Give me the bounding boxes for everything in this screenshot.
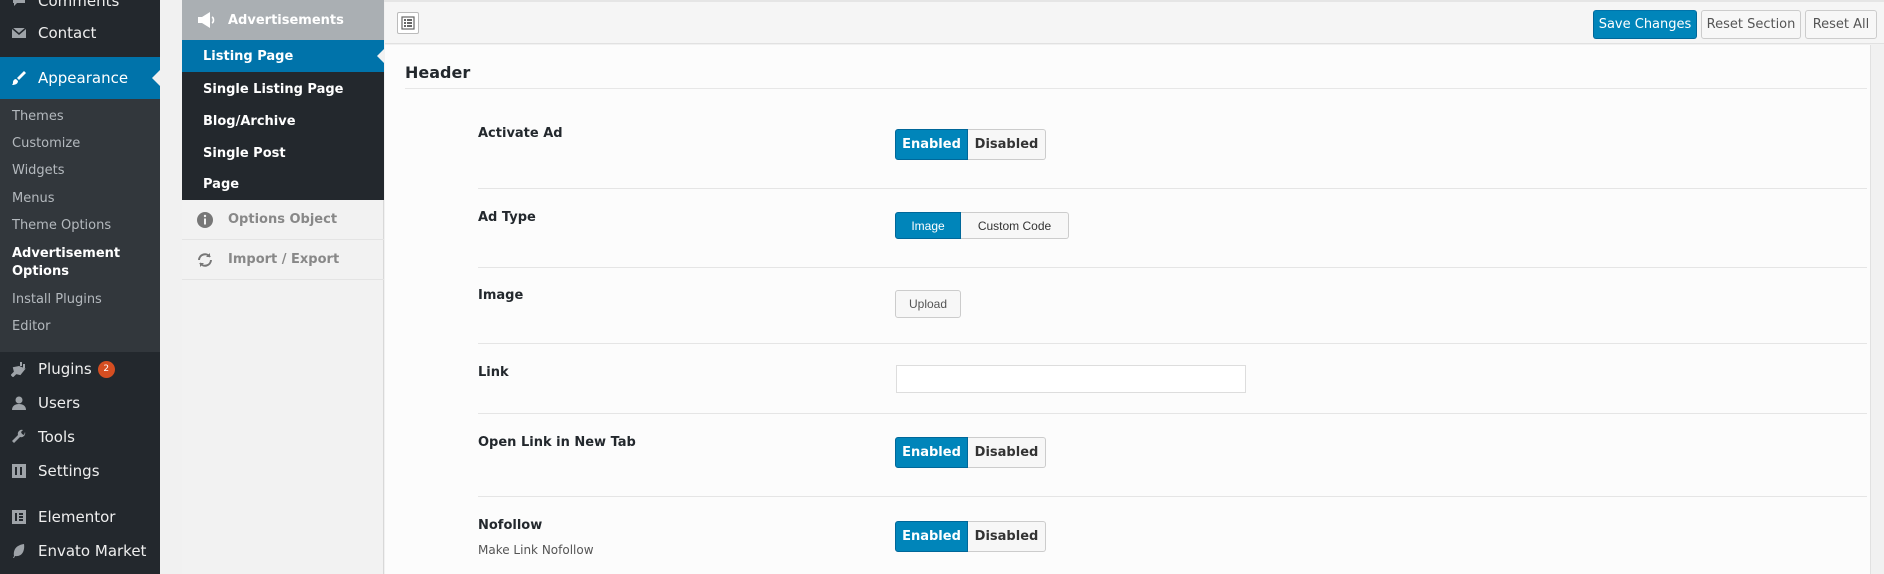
nav-import-export-label: Import / Export xyxy=(228,252,340,267)
link-input[interactable] xyxy=(896,365,1246,393)
new-tab-disabled[interactable]: Disabled xyxy=(968,437,1046,468)
ad-type-label: Ad Type xyxy=(478,210,536,225)
expand-options-icon[interactable] xyxy=(397,12,419,34)
field-divider xyxy=(478,343,1867,344)
paintbrush-icon xyxy=(10,69,28,87)
comments-icon xyxy=(10,0,28,10)
section-divider xyxy=(405,88,1867,89)
field-divider xyxy=(478,413,1867,414)
plug-icon xyxy=(10,360,28,378)
nofollow-disabled[interactable]: Disabled xyxy=(968,521,1046,552)
submenu-install-plugins[interactable]: Install Plugins xyxy=(12,291,102,309)
elementor-icon xyxy=(10,508,28,526)
menu-elementor-label: Elementor xyxy=(38,508,116,526)
activate-ad-disabled[interactable]: Disabled xyxy=(968,129,1046,160)
wrench-icon xyxy=(10,428,28,446)
ad-type-image[interactable]: Image xyxy=(895,212,961,239)
menu-users-label: Users xyxy=(38,394,81,412)
field-divider xyxy=(478,496,1867,497)
nofollow-description: Make Link Nofollow xyxy=(478,543,594,557)
menu-contact-label: Contact xyxy=(38,24,97,42)
save-changes-button[interactable]: Save Changes xyxy=(1593,10,1697,39)
nav-group-label: Advertisements xyxy=(228,12,344,28)
submenu-widgets[interactable]: Widgets xyxy=(12,162,65,180)
refresh-icon xyxy=(196,251,218,269)
options-toolbar: Save Changes Reset Section Reset All xyxy=(385,2,1884,44)
nav-listing-page[interactable]: Listing Page xyxy=(182,40,385,72)
nav-import-export[interactable]: Import / Export xyxy=(182,240,384,280)
ad-type-toggle: Image Custom Code xyxy=(895,212,1069,239)
menu-plugins-label: Plugins xyxy=(38,360,92,378)
admin-sidebar: Comments Contact Appearance Themes Custo… xyxy=(0,0,160,574)
nav-single-listing-page[interactable]: Single Listing Page xyxy=(182,73,384,105)
user-icon xyxy=(10,394,28,412)
ad-type-custom-code[interactable]: Custom Code xyxy=(961,212,1069,239)
nav-blog-archive[interactable]: Blog/Archive xyxy=(182,105,384,137)
menu-envato-label: Envato Market xyxy=(38,542,147,560)
new-tab-label: Open Link in New Tab xyxy=(478,435,636,450)
activate-ad-label: Activate Ad xyxy=(478,126,563,141)
menu-users[interactable]: Users xyxy=(0,386,160,420)
image-label: Image xyxy=(478,288,524,303)
activate-ad-enabled[interactable]: Enabled xyxy=(895,129,968,160)
menu-comments-label: Comments xyxy=(38,0,120,10)
submenu-customize[interactable]: Customize xyxy=(12,135,80,153)
menu-tools-label: Tools xyxy=(38,428,75,446)
options-content: Header Activate Ad Enabled Disabled Ad T… xyxy=(385,45,1884,574)
nav-options-object[interactable]: Options Object xyxy=(182,200,384,240)
menu-settings[interactable]: Settings xyxy=(0,454,160,488)
nofollow-enabled[interactable]: Enabled xyxy=(895,521,968,552)
submenu-advertisement-options[interactable]: Advertisement Options xyxy=(12,245,122,281)
reset-all-button[interactable]: Reset All xyxy=(1805,10,1877,39)
appearance-submenu: Themes Customize Widgets Menus Theme Opt… xyxy=(0,99,160,352)
vertical-scrollbar[interactable] xyxy=(1870,45,1884,574)
plugins-update-badge: 2 xyxy=(97,360,115,378)
link-label: Link xyxy=(478,365,509,380)
image-upload-button[interactable]: Upload xyxy=(895,290,961,318)
nav-page[interactable]: Page xyxy=(182,168,384,200)
menu-envato-market[interactable]: Envato Market xyxy=(0,534,160,568)
submenu-themes[interactable]: Themes xyxy=(12,108,64,126)
new-tab-toggle: Enabled Disabled xyxy=(895,437,1046,468)
submenu-menus[interactable]: Menus xyxy=(12,190,54,208)
nav-group-advertisements[interactable]: Advertisements xyxy=(182,0,384,40)
menu-appearance[interactable]: Appearance xyxy=(0,57,160,99)
section-title: Header xyxy=(405,63,471,82)
submenu-editor[interactable]: Editor xyxy=(12,318,50,336)
nav-options-object-label: Options Object xyxy=(228,212,338,227)
field-divider xyxy=(478,267,1867,268)
reset-section-button[interactable]: Reset Section xyxy=(1701,10,1801,39)
submenu-theme-options[interactable]: Theme Options xyxy=(12,217,111,235)
menu-plugins[interactable]: Plugins 2 xyxy=(0,352,160,386)
nav-subsections: Listing Page Single Listing Page Blog/Ar… xyxy=(182,40,385,200)
menu-settings-label: Settings xyxy=(38,462,100,480)
megaphone-icon xyxy=(196,11,218,29)
menu-contact[interactable]: Contact xyxy=(0,16,160,50)
nofollow-toggle: Enabled Disabled xyxy=(895,521,1046,552)
menu-tools[interactable]: Tools xyxy=(0,420,160,454)
nofollow-label: Nofollow xyxy=(478,518,543,533)
new-tab-enabled[interactable]: Enabled xyxy=(895,437,968,468)
info-icon xyxy=(196,211,218,229)
options-navigation: Advertisements Listing Page Single Listi… xyxy=(182,0,385,574)
activate-ad-toggle: Enabled Disabled xyxy=(895,129,1046,160)
envelope-icon xyxy=(10,24,28,42)
menu-appearance-label: Appearance xyxy=(38,69,129,87)
menu-elementor[interactable]: Elementor xyxy=(0,500,160,534)
field-divider xyxy=(478,188,1867,189)
settings-icon xyxy=(10,462,28,480)
leaf-icon xyxy=(10,542,28,560)
nav-single-post[interactable]: Single Post xyxy=(182,137,384,169)
